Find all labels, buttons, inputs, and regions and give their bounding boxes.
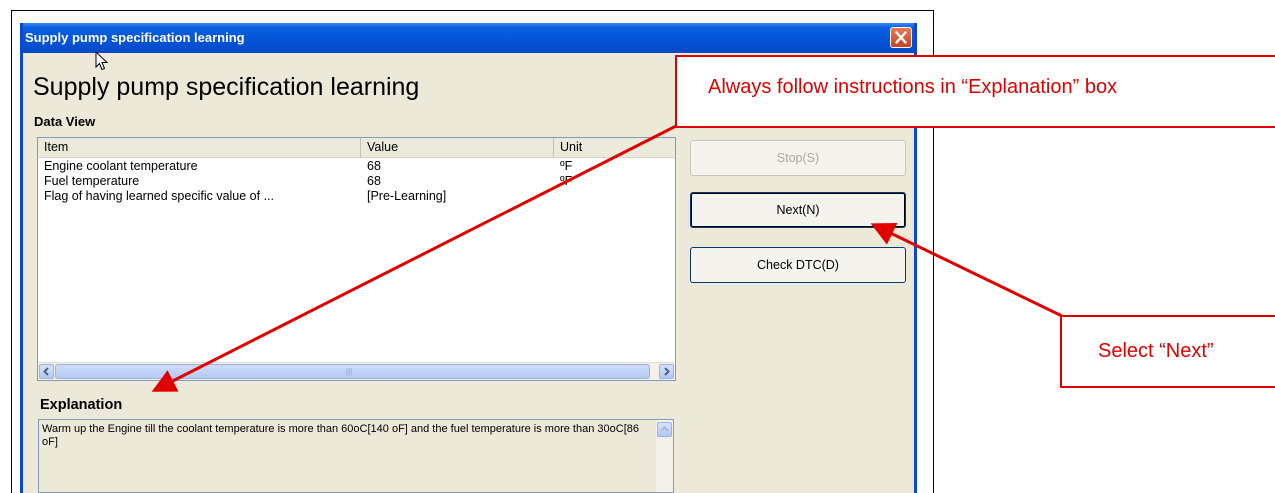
annotation-arrows — [151, 124, 1063, 392]
arrow-to-next-button — [870, 223, 1063, 318]
arrow-to-explanation — [151, 124, 677, 392]
